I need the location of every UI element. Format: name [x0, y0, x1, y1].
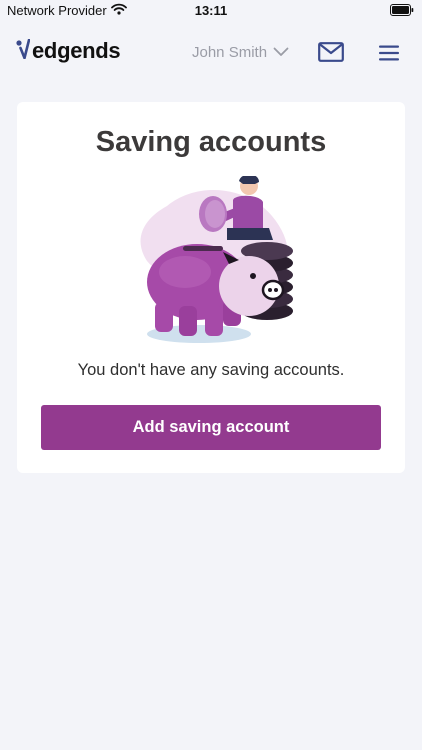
- page-title: Saving accounts: [95, 126, 327, 158]
- app-header: edgends John Smith: [0, 22, 422, 82]
- mail-icon[interactable]: [318, 42, 344, 67]
- logo-check-icon: [16, 38, 31, 64]
- user-name: John Smith: [192, 44, 268, 61]
- empty-state-message: You don't have any saving accounts.: [77, 361, 345, 379]
- saving-accounts-card: Saving accounts You don't have any savin…: [17, 102, 405, 473]
- piggy-bank-illustration: [127, 174, 302, 356]
- add-saving-account-label: Add saving account: [132, 418, 290, 436]
- status-time: 13:11: [194, 3, 228, 18]
- user-menu-dropdown[interactable]: John Smith: [192, 44, 289, 61]
- logo-text: edgends: [32, 38, 121, 63]
- battery-icon: [390, 4, 414, 19]
- chevron-down-icon: [273, 44, 289, 61]
- status-bar: Network Provider 13:11: [0, 0, 422, 22]
- logo[interactable]: edgends: [16, 38, 121, 64]
- add-saving-account-button[interactable]: Add saving account: [41, 405, 381, 450]
- hamburger-menu-icon[interactable]: [378, 44, 400, 67]
